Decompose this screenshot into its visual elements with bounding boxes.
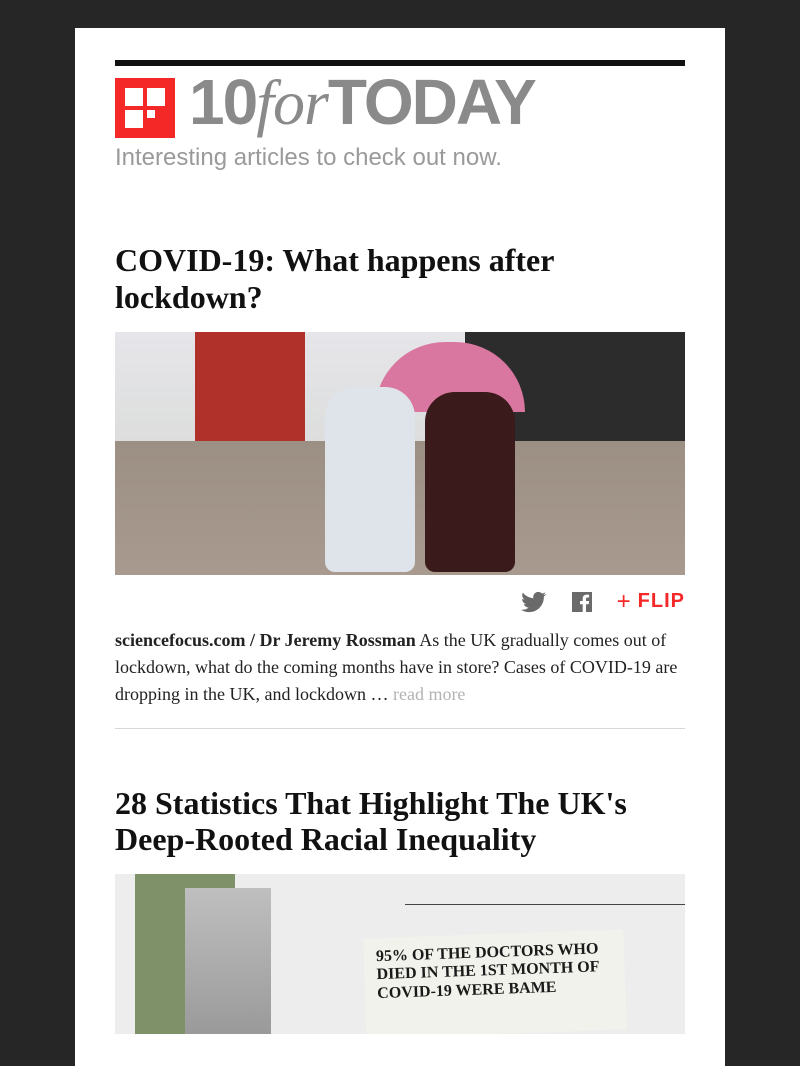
brand-title: 10forTODAY: [189, 74, 535, 132]
flipboard-logo-icon[interactable]: [115, 78, 175, 138]
flip-label: FLIP: [638, 590, 685, 613]
article: 28 Statistics That Highlight The UK's De…: [115, 785, 685, 1035]
article-divider: [115, 728, 685, 729]
article-hero-image[interactable]: [115, 332, 685, 575]
article-headline[interactable]: COVID-19: What happens after lockdown?: [115, 242, 685, 316]
masthead: 10forTODAY: [115, 78, 685, 138]
flip-button[interactable]: + FLIP: [617, 590, 685, 614]
read-more-link[interactable]: read more: [393, 684, 465, 704]
brand-today: TODAY: [328, 66, 535, 138]
article-source[interactable]: sciencefocus.com / Dr Jeremy Rossman: [115, 630, 416, 650]
twitter-icon[interactable]: [521, 589, 547, 615]
tagline: Interesting articles to check out now.: [115, 144, 685, 172]
email-page: 10forTODAY Interesting articles to check…: [75, 28, 725, 1066]
article: COVID-19: What happens after lockdown? +…: [115, 242, 685, 729]
share-actions: + FLIP: [115, 575, 685, 627]
article-hero-image[interactable]: 95% OF THE DOCTORS WHO DIED IN THE 1ST M…: [115, 874, 685, 1034]
brand-for: for: [256, 67, 328, 138]
protest-sign-text: 95% OF THE DOCTORS WHO DIED IN THE 1ST M…: [363, 930, 626, 1035]
plus-icon: +: [617, 590, 632, 614]
article-headline[interactable]: 28 Statistics That Highlight The UK's De…: [115, 785, 685, 859]
facebook-icon[interactable]: [569, 589, 595, 615]
brand-ten: 10: [189, 66, 256, 138]
article-summary: sciencefocus.com / Dr Jeremy Rossman As …: [115, 627, 685, 708]
